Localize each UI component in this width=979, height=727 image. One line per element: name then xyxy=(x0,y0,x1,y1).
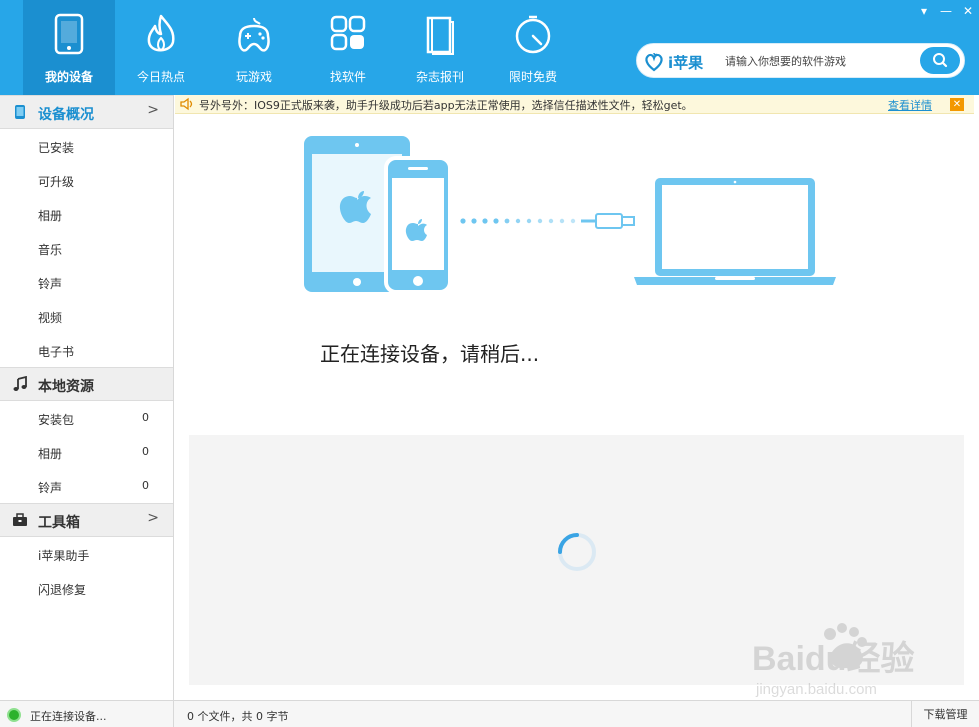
chevron-right-icon: > xyxy=(147,102,159,118)
sidebar-section-title: 本地资源 xyxy=(38,379,94,395)
nav-find-apps[interactable]: 找软件 xyxy=(302,0,394,95)
loading-spinner-icon xyxy=(558,533,596,571)
laptop-illustration xyxy=(634,178,836,285)
baidu-jingyan-watermark: Baidu经验 jingyan.baidu.com xyxy=(752,623,914,698)
sidebar-item-count: 0 xyxy=(142,445,149,458)
sidebar-item-label: 相册 xyxy=(38,447,63,461)
iapple-logo-text: i苹果 xyxy=(668,53,704,72)
phone-icon xyxy=(15,105,25,119)
sidebar-section-device-overview[interactable]: 设备概况 > xyxy=(0,95,173,129)
search-box: i苹果 xyxy=(636,43,965,78)
top-toolbar: ▾ — ✕ 我的设备 今日热点 玩游戏 找软件 杂志报刊 限时免费 i苹果 请输… xyxy=(0,0,979,95)
minimize-button[interactable]: — xyxy=(939,4,953,18)
sidebar-item-ringtones[interactable]: 铃声 xyxy=(0,265,173,299)
sidebar-item-count: 0 xyxy=(142,411,149,424)
device-connection-illustration xyxy=(304,136,836,294)
usb-cable-icon xyxy=(581,213,635,229)
notice-text: 号外号外：IOS9正式版来袭，助手升级成功后若app无法正常使用，选择信任描述性… xyxy=(199,99,693,112)
menu-dropdown-button[interactable]: ▾ xyxy=(917,4,931,18)
nav-label: 限时免费 xyxy=(508,70,557,84)
gamepad-icon xyxy=(238,17,270,52)
status-indicator-icon xyxy=(7,708,21,722)
notice-bar: 号外号外：IOS9正式版来袭，助手升级成功后若app无法正常使用，选择信任描述性… xyxy=(175,95,974,114)
sidebar-item-label: 相册 xyxy=(38,209,63,223)
sidebar: 设备概况 > 已安装 可升级 相册 音乐 铃声 视频 电子书 本地资源 安装包 … xyxy=(0,95,174,700)
sidebar-item-label: i苹果助手 xyxy=(38,549,90,563)
sidebar-section-local-resources[interactable]: 本地资源 xyxy=(0,367,173,401)
nav-label: 找软件 xyxy=(329,70,366,84)
sidebar-item-local-photos[interactable]: 相册 0 xyxy=(0,435,173,469)
sidebar-item-label: 铃声 xyxy=(38,481,63,495)
search-button[interactable] xyxy=(920,47,960,74)
sidebar-item-label: 电子书 xyxy=(38,345,75,359)
nav-limited-free[interactable]: 限时免费 xyxy=(487,0,579,95)
close-window-button[interactable]: ✕ xyxy=(961,4,975,18)
nav-label: 我的设备 xyxy=(44,70,93,84)
music-note-icon xyxy=(13,376,27,391)
sidebar-section-title: 工具箱 xyxy=(38,515,80,531)
nav-label: 今日热点 xyxy=(136,70,185,84)
connecting-message: 正在连接设备，请稍后... xyxy=(320,342,540,366)
sidebar-item-label: 可升级 xyxy=(38,175,75,189)
sidebar-item-packages[interactable]: 安装包 0 xyxy=(0,401,173,435)
file-summary: 0 个文件，共 0 字节 xyxy=(187,710,289,723)
watermark-brand: Baidu经验 xyxy=(752,639,914,678)
sidebar-item-label: 视频 xyxy=(38,311,63,325)
flame-icon xyxy=(147,14,175,52)
book-icon xyxy=(426,16,454,55)
iapple-logo: i苹果 xyxy=(643,51,703,73)
search-icon xyxy=(933,53,948,68)
chevron-right-icon: > xyxy=(147,510,159,526)
sidebar-item-installed[interactable]: 已安装 xyxy=(0,129,173,163)
sidebar-item-photos[interactable]: 相册 xyxy=(0,197,173,231)
nav-magazines[interactable]: 杂志报刊 xyxy=(394,0,486,95)
sidebar-section-title: 设备概况 xyxy=(38,107,94,123)
tablet-icon xyxy=(54,13,84,55)
nav-label: 杂志报刊 xyxy=(415,70,464,84)
sidebar-item-ebooks[interactable]: 电子书 xyxy=(0,333,173,367)
sidebar-item-upgradable[interactable]: 可升级 xyxy=(0,163,173,197)
notice-close-button[interactable]: ✕ xyxy=(950,98,964,111)
sidebar-item-count: 0 xyxy=(142,479,149,492)
watermark-url: jingyan.baidu.com xyxy=(755,681,877,698)
sidebar-item-label: 安装包 xyxy=(38,413,75,427)
sidebar-item-label: 铃声 xyxy=(38,277,63,291)
timer-icon xyxy=(515,15,551,54)
sidebar-section-toolbox[interactable]: 工具箱 > xyxy=(0,503,173,537)
nav-label: 玩游戏 xyxy=(235,70,272,84)
heart-apple-icon xyxy=(645,52,663,72)
connection-dots xyxy=(460,218,576,224)
toolbox-icon xyxy=(13,513,27,526)
sidebar-item-label: 闪退修复 xyxy=(38,583,87,597)
nav-today-hot[interactable]: 今日热点 xyxy=(115,0,207,95)
search-input[interactable] xyxy=(725,52,905,70)
sidebar-item-label: 音乐 xyxy=(38,243,63,257)
apps-grid-icon xyxy=(330,15,366,51)
window-controls: ▾ — ✕ xyxy=(917,4,975,18)
sidebar-item-crash-repair[interactable]: 闪退修复 xyxy=(0,571,173,605)
sidebar-item-iapple-assistant[interactable]: i苹果助手 xyxy=(0,537,173,571)
nav-my-device[interactable]: 我的设备 xyxy=(23,0,115,95)
sidebar-item-local-ringtones[interactable]: 铃声 0 xyxy=(0,469,173,503)
download-manager-button[interactable]: 下载管理 xyxy=(911,701,979,727)
connection-status: 正在连接设备... xyxy=(0,701,174,727)
status-text: 正在连接设备... xyxy=(30,710,107,723)
speaker-icon xyxy=(180,97,193,111)
view-details-link[interactable]: 查看详情 xyxy=(888,97,932,113)
sidebar-item-label: 已安装 xyxy=(38,141,75,155)
status-bar: 正在连接设备... 0 个文件，共 0 字节 下载管理 xyxy=(0,700,979,727)
sidebar-item-videos[interactable]: 视频 xyxy=(0,299,173,333)
nav-games[interactable]: 玩游戏 xyxy=(208,0,300,95)
sidebar-item-music[interactable]: 音乐 xyxy=(0,231,173,265)
